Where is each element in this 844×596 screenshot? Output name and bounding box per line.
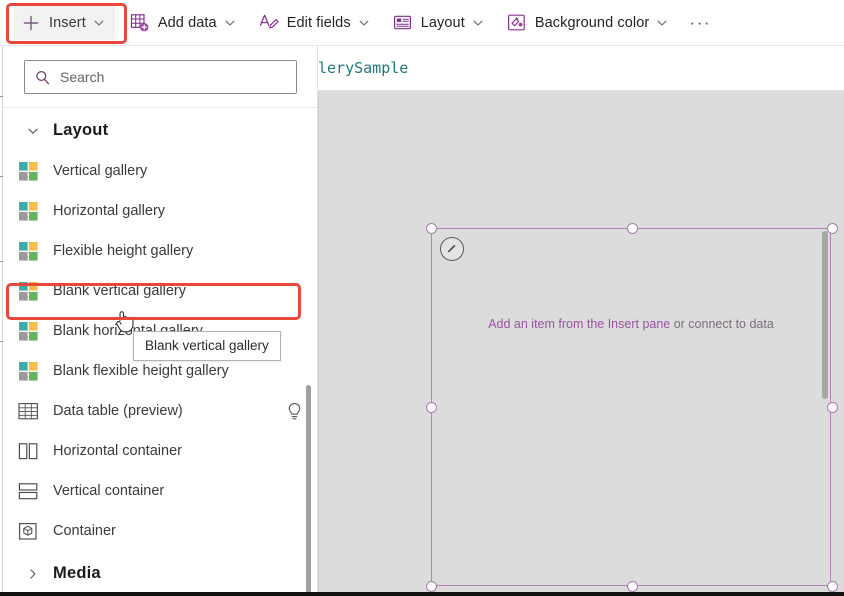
insert-item-label: Blank vertical gallery: [53, 283, 186, 299]
insert-group-header-media[interactable]: Media: [0, 551, 317, 594]
insert-item-label: Blank flexible height gallery: [53, 363, 229, 379]
resize-handle-bottom-left[interactable]: [426, 581, 437, 592]
chevron-down-icon: [224, 17, 236, 29]
left-rail: [0, 46, 3, 596]
insert-button-label: Insert: [49, 14, 86, 31]
gallery-edit-badge[interactable]: [440, 237, 464, 261]
search-input[interactable]: [60, 69, 287, 85]
layout-icon: [392, 12, 414, 34]
layout-button-label: Layout: [420, 14, 465, 31]
data-table-icon: [18, 400, 44, 422]
plus-icon: [20, 12, 42, 34]
formula-bar-text: lerySample: [318, 59, 409, 77]
gallery-placeholder-link[interactable]: Add an item from the Insert pane: [488, 317, 670, 331]
insert-group-title: Media: [53, 564, 101, 582]
add-data-button[interactable]: Add data: [121, 6, 244, 40]
chevron-right-icon: [22, 567, 44, 581]
background-color-button[interactable]: Background color: [498, 6, 676, 40]
gallery-grid-icon: [18, 240, 44, 262]
command-bar: Insert Add data Edit fields Layout Backg…: [0, 0, 844, 46]
edit-fields-button[interactable]: Edit fields: [250, 6, 378, 40]
insert-item-horizontal-gallery[interactable]: Horizontal gallery: [0, 191, 317, 231]
insert-item-data-table[interactable]: Data table (preview): [0, 391, 317, 431]
insert-item-label: Vertical gallery: [53, 163, 148, 179]
insert-item-vertical-gallery[interactable]: Vertical gallery: [0, 151, 317, 191]
insert-item-label: Data table (preview): [53, 403, 183, 419]
insert-item-flexible-height-gallery[interactable]: Flexible height gallery: [0, 231, 317, 271]
insert-item-label: Horizontal container: [53, 443, 182, 459]
resize-handle-top-right[interactable]: [827, 223, 838, 234]
lightbulb-icon[interactable]: [286, 402, 303, 421]
insert-item-label: Vertical container: [53, 483, 165, 499]
resize-handle-top-center[interactable]: [627, 223, 638, 234]
gallery-grid-icon: [18, 200, 44, 222]
add-data-icon: [129, 12, 151, 34]
gallery-grid-icon: [18, 280, 44, 302]
bottom-edge-strip: [0, 592, 844, 596]
power-apps-studio: Insert Add data Edit fields Layout Backg…: [0, 0, 844, 596]
tooltip: Blank vertical gallery: [133, 331, 281, 361]
chevron-down-icon: [656, 17, 668, 29]
search-icon: [34, 69, 51, 86]
insert-panel-scrollbar[interactable]: [306, 385, 311, 596]
gallery-placeholder-rest[interactable]: or connect to data: [670, 317, 774, 331]
gallery-scrollbar[interactable]: [822, 231, 828, 399]
app-canvas[interactable]: Add an item from the Insert pane or conn…: [318, 91, 844, 596]
resize-handle-middle-left[interactable]: [426, 402, 437, 413]
gallery-grid-icon: [18, 160, 44, 182]
resize-handle-bottom-right[interactable]: [827, 581, 838, 592]
chevron-down-icon: [22, 124, 44, 138]
resize-handle-bottom-center[interactable]: [627, 581, 638, 592]
chevron-down-icon: [93, 17, 105, 29]
layout-button[interactable]: Layout: [384, 6, 492, 40]
add-data-button-label: Add data: [157, 14, 217, 31]
chevron-down-icon: [358, 17, 370, 29]
insert-panel: Layout Vertical gallery: [0, 46, 318, 596]
insert-item-horizontal-container[interactable]: Horizontal container: [0, 431, 317, 471]
vertical-container-icon: [18, 480, 44, 502]
insert-item-label: Horizontal gallery: [53, 203, 166, 219]
insert-group-title: Layout: [53, 121, 109, 139]
insert-item-label: Container: [53, 523, 116, 539]
gallery-control-selection[interactable]: Add an item from the Insert pane or conn…: [426, 223, 838, 592]
gallery-grid-icon: [18, 320, 44, 342]
insert-panel-search-area: [0, 46, 317, 108]
horizontal-container-icon: [18, 440, 44, 462]
insert-item-container[interactable]: Container: [0, 511, 317, 551]
search-box[interactable]: [24, 60, 297, 94]
chevron-down-icon: [472, 17, 484, 29]
gallery-placeholder-text: Add an item from the Insert pane or conn…: [432, 317, 830, 331]
insert-item-label: Flexible height gallery: [53, 243, 194, 259]
resize-handle-middle-right[interactable]: [827, 402, 838, 413]
formula-bar[interactable]: lerySample: [318, 46, 844, 91]
background-color-button-label: Background color: [534, 14, 650, 31]
container-icon: [18, 520, 44, 542]
background-color-icon: [506, 12, 528, 34]
insert-button[interactable]: Insert: [14, 5, 115, 40]
insert-group-header-layout[interactable]: Layout: [0, 108, 317, 151]
edit-fields-icon: [258, 12, 280, 34]
edit-fields-button-label: Edit fields: [286, 14, 351, 31]
insert-item-vertical-container[interactable]: Vertical container: [0, 471, 317, 511]
more-commands-button[interactable]: ···: [686, 8, 714, 38]
gallery-grid-icon: [18, 360, 44, 382]
pencil-icon: [445, 240, 459, 259]
resize-handle-top-left[interactable]: [426, 223, 437, 234]
insert-item-blank-vertical-gallery[interactable]: Blank vertical gallery: [0, 271, 317, 311]
